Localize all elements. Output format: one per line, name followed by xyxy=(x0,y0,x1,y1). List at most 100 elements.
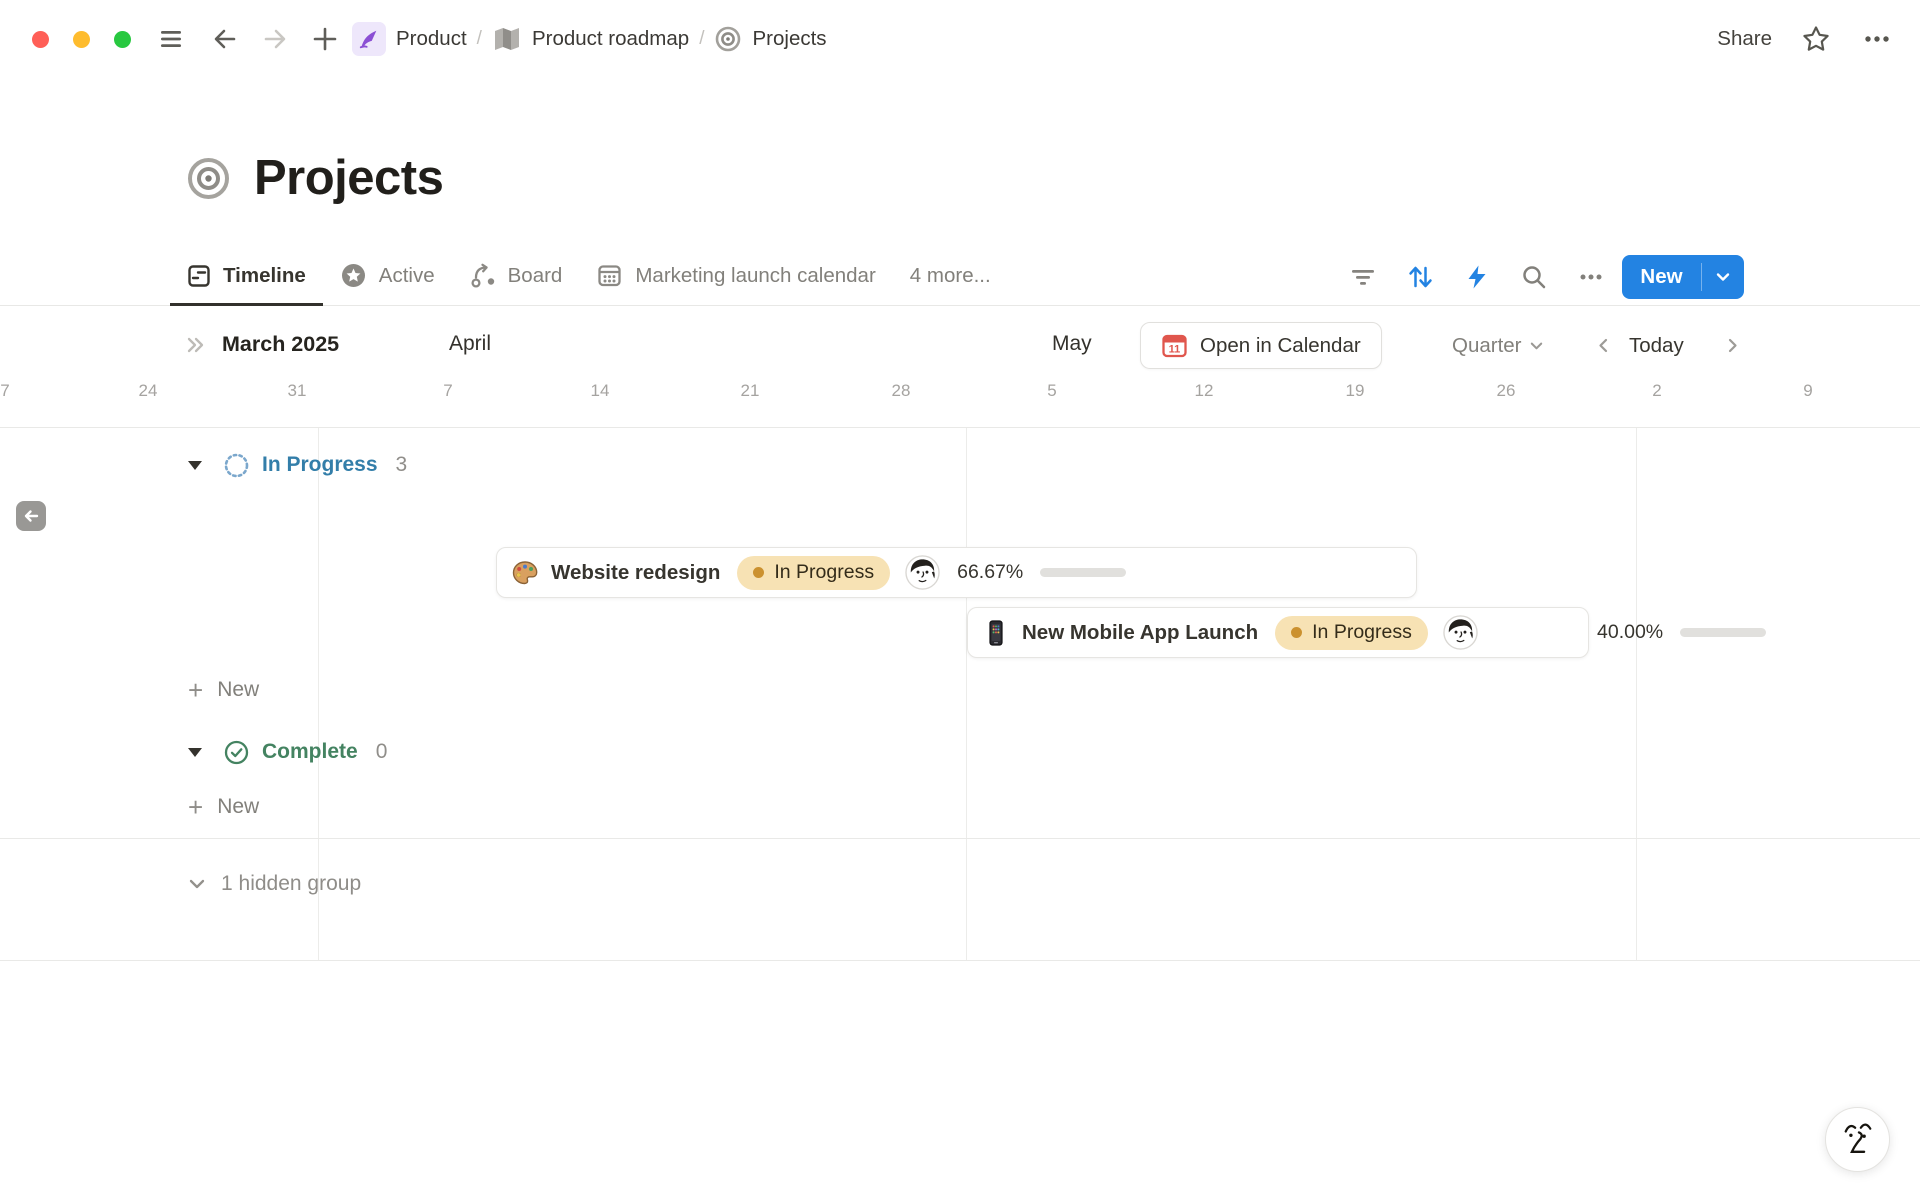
tab-timeline[interactable]: Timeline xyxy=(170,248,323,306)
new-button[interactable]: New xyxy=(1622,255,1744,299)
plus-icon: + xyxy=(188,794,203,820)
tab-marketing-launch-calendar[interactable]: Marketing launch calendar xyxy=(579,248,892,306)
scroll-left-button[interactable] xyxy=(16,501,46,531)
task-bar-website-redesign[interactable]: Website redesign In Progress 66.67% xyxy=(496,547,1417,598)
collapse-caret-icon[interactable] xyxy=(188,748,202,757)
chevron-down-icon xyxy=(186,873,208,895)
task2-progress-readout: 40.00% xyxy=(1597,607,1766,658)
breadcrumb-item-projects[interactable]: Projects xyxy=(752,27,826,51)
date-tick: 7 xyxy=(443,381,452,401)
breadcrumb: Product / Product roadmap / Projects xyxy=(352,0,827,78)
more-options-icon[interactable] xyxy=(1860,22,1894,56)
chevron-down-icon xyxy=(1715,269,1731,285)
breadcrumb-separator: / xyxy=(699,28,704,50)
sidebar-menu-icon[interactable] xyxy=(157,25,185,53)
tabs-more-button[interactable]: 4 more... xyxy=(893,248,1008,306)
product-page-icon[interactable] xyxy=(352,22,386,56)
notion-ai-button[interactable] xyxy=(1825,1107,1890,1172)
date-tick: 19 xyxy=(1346,381,1365,401)
collapse-caret-icon[interactable] xyxy=(188,461,202,470)
status-dot xyxy=(1291,627,1302,638)
sort-icon[interactable] xyxy=(1405,262,1435,292)
maximize-window-button[interactable] xyxy=(114,31,131,48)
star-circle-icon xyxy=(340,262,367,289)
open-in-calendar-button[interactable]: 11 Open in Calendar xyxy=(1140,322,1382,369)
timeline-view-icon xyxy=(187,264,211,288)
new-button-dropdown[interactable] xyxy=(1702,255,1744,299)
add-new-complete-button[interactable]: + New xyxy=(0,790,259,824)
date-tick: 14 xyxy=(591,381,610,401)
page-header: Projects xyxy=(185,150,443,206)
complete-check-circle-icon xyxy=(223,739,250,766)
board-view-icon xyxy=(469,262,496,289)
titlebar-actions: Share xyxy=(1717,0,1894,78)
status-label: In Progress xyxy=(774,561,874,584)
hidden-group-toggle[interactable]: 1 hidden group xyxy=(0,867,361,901)
projects-target-icon xyxy=(714,25,742,53)
groups-divider xyxy=(0,838,1920,839)
roadmap-map-icon xyxy=(492,25,522,53)
today-button[interactable]: Today xyxy=(1629,322,1684,369)
tab-active[interactable]: Active xyxy=(323,248,452,306)
forward-arrow-icon[interactable] xyxy=(261,25,289,53)
notion-window: Product / Product roadmap / Projects Sha… xyxy=(0,0,1920,1200)
group-count: 0 xyxy=(376,740,388,764)
view-tabs-row: Timeline Active Board Marketing launch c… xyxy=(0,248,1920,306)
prev-period-chevron-icon[interactable] xyxy=(1595,322,1612,369)
page-title: Projects xyxy=(254,150,443,206)
double-chevron-right-icon[interactable] xyxy=(184,333,208,362)
page-title-target-icon xyxy=(185,155,232,202)
new-button-label[interactable]: New xyxy=(1622,255,1701,299)
month-gridline xyxy=(1636,428,1637,961)
task-bar-new-mobile-app-launch[interactable]: New Mobile App Launch In Progress xyxy=(967,607,1589,658)
date-tick: 9 xyxy=(1803,381,1812,401)
date-tick: 24 xyxy=(139,381,158,401)
timeline-view: March 2025 April May 11 Open in Calendar… xyxy=(0,307,1920,961)
share-button[interactable]: Share xyxy=(1717,27,1772,51)
group-header-in-progress[interactable]: In Progress 3 xyxy=(0,448,407,482)
next-period-chevron-icon[interactable] xyxy=(1724,322,1741,369)
window-titlebar: Product / Product roadmap / Projects Sha… xyxy=(0,0,1920,78)
date-tick: 2 xyxy=(1652,381,1661,401)
in-progress-dashed-circle-icon xyxy=(223,452,250,479)
tab-board[interactable]: Board xyxy=(452,248,580,306)
view-more-options-icon[interactable] xyxy=(1576,262,1606,292)
left-arrow-icon xyxy=(22,507,40,525)
search-icon[interactable] xyxy=(1519,262,1549,292)
breadcrumb-separator: / xyxy=(477,28,482,50)
breadcrumb-item-product[interactable]: Product xyxy=(396,27,467,51)
view-toolbar xyxy=(1348,248,1606,306)
group-name: In Progress xyxy=(262,453,378,477)
current-month-label[interactable]: March 2025 xyxy=(222,329,339,359)
close-window-button[interactable] xyxy=(32,31,49,48)
task-name: Website redesign xyxy=(551,561,720,585)
add-new-in-progress-button[interactable]: + New xyxy=(0,673,259,707)
mobile-phone-icon xyxy=(982,619,1010,647)
group-count: 3 xyxy=(396,453,408,477)
automation-lightning-icon[interactable] xyxy=(1462,262,1492,292)
new-tab-plus-icon[interactable] xyxy=(311,25,339,53)
progress-percent: 40.00% xyxy=(1597,621,1663,644)
breadcrumb-item-roadmap[interactable]: Product roadmap xyxy=(532,27,689,51)
ai-face-icon xyxy=(1841,1119,1875,1161)
progress-bar xyxy=(1680,628,1766,637)
filter-icon[interactable] xyxy=(1348,262,1378,292)
palette-icon xyxy=(511,559,539,587)
group-header-complete[interactable]: Complete 0 xyxy=(0,735,387,769)
back-arrow-icon[interactable] xyxy=(211,25,239,53)
plus-icon: + xyxy=(188,677,203,703)
chevron-down-icon xyxy=(1529,338,1544,353)
timeline-canvas: In Progress 3 Website redesign In Progre… xyxy=(0,428,1920,961)
favorite-star-icon[interactable] xyxy=(1800,23,1832,55)
red-calendar-icon: 11 xyxy=(1161,332,1188,359)
date-tick: 28 xyxy=(892,381,911,401)
minimize-window-button[interactable] xyxy=(73,31,90,48)
date-tick: 7 xyxy=(0,381,9,401)
month-gridline xyxy=(966,428,967,961)
status-label: In Progress xyxy=(1312,621,1412,644)
timeline-zoom-select[interactable]: Quarter xyxy=(1452,322,1544,369)
open-in-calendar-label: Open in Calendar xyxy=(1200,334,1361,358)
month-label-april: April xyxy=(449,329,491,359)
svg-text:11: 11 xyxy=(1169,344,1181,356)
status-badge: In Progress xyxy=(737,556,890,590)
